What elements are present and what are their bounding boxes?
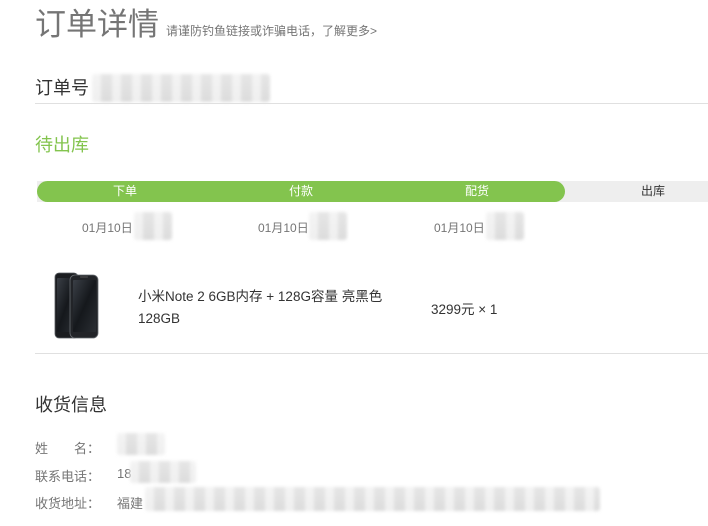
address-value: 福建 xyxy=(117,496,144,511)
page-title: 订单详情 xyxy=(35,7,159,42)
order-number-label: 订单号 xyxy=(35,78,89,98)
divider xyxy=(35,353,708,354)
phone-icon[interactable] xyxy=(52,272,102,340)
order-number-redacted xyxy=(92,74,270,102)
phone-redacted xyxy=(130,461,196,483)
shipping-section-title: 收货信息 xyxy=(35,395,107,415)
product-name[interactable]: 小米Note 2 6GB内存 + 128G容量 亮黑色 128GB xyxy=(138,286,398,330)
step-order-placed: 下单 xyxy=(112,184,137,198)
order-status: 待出库 xyxy=(35,135,89,155)
step-paid: 付款 xyxy=(288,184,313,198)
phone-label: 联系电话： xyxy=(35,469,101,484)
time-redacted xyxy=(309,212,347,240)
step-date-order-placed: 01月10日 xyxy=(82,221,133,235)
product-price-quantity: 3299元 × 1 xyxy=(431,302,498,317)
step-date-packing: 01月10日 xyxy=(434,221,485,235)
time-redacted xyxy=(486,212,524,240)
recipient-name-redacted xyxy=(117,433,165,455)
anti-fraud-hint-link[interactable]: 请谨防钓鱼链接或诈骗电话，了解更多> xyxy=(166,22,377,39)
time-redacted xyxy=(134,212,172,240)
step-packing: 配货 xyxy=(464,184,489,198)
address-redacted xyxy=(145,487,600,511)
divider xyxy=(35,103,708,104)
step-date-paid: 01月10日 xyxy=(258,221,309,235)
recipient-name-label: 姓 名： xyxy=(35,441,101,456)
address-label: 收货地址： xyxy=(35,496,101,511)
step-shipped: 出库 xyxy=(640,184,665,198)
